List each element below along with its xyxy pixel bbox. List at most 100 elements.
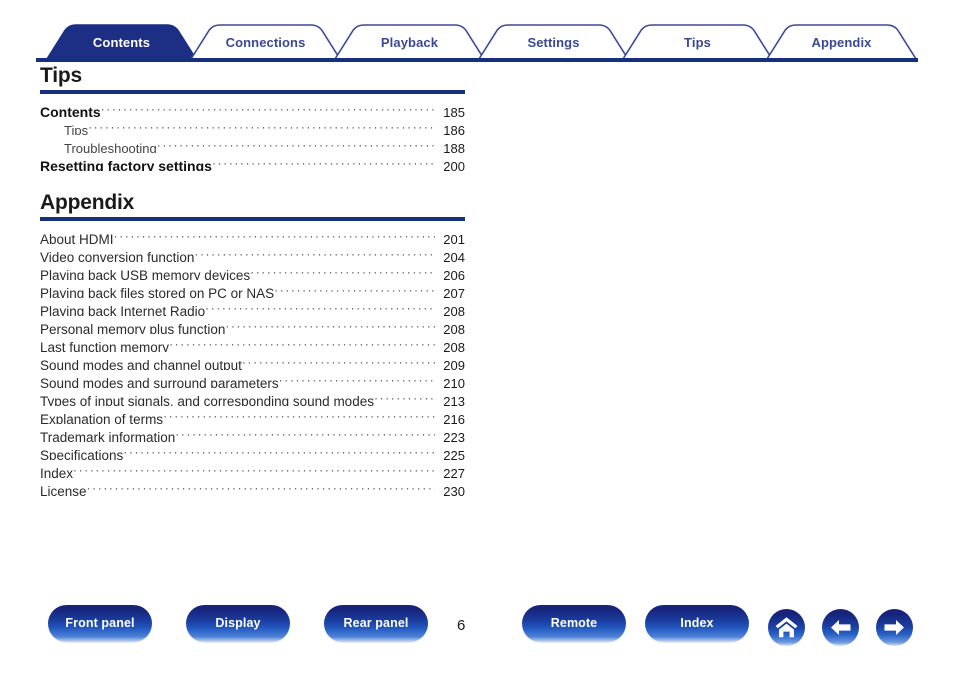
toc-page-number[interactable]: 185 [435,104,465,117]
toc-entry[interactable]: Playing back Internet Radio 208 [40,298,465,316]
toc-entry-title: Playing back Internet Radio [40,303,205,316]
toc-entry-title: Specifications [40,447,123,460]
toc-page-number[interactable]: 208 [435,321,465,334]
front-panel-button-label: Front panel [48,616,152,630]
toc-page-number[interactable]: 210 [435,375,465,388]
index-button[interactable]: Index [645,605,749,642]
toc-entry[interactable]: Types of input signals, and correspondin… [40,388,465,406]
toc-entry-title: Troubleshooting [64,140,157,153]
toc-entry[interactable]: Specifications 225 [40,442,465,460]
toc-leader [194,244,435,262]
toc-entry-title: Contents [40,103,101,117]
toc-leader [205,298,435,316]
toc-leader [279,370,435,388]
toc-entry-title: Resetting factory settings [40,157,212,171]
toc-entry-title: Sound modes and surround parameters [40,375,279,388]
toc-entry[interactable]: Resetting factory settings 200 [40,153,465,171]
section-title-appendix: Appendix [40,191,465,217]
toc-entry[interactable]: Troubleshooting 188 [40,135,465,153]
toc-page-number[interactable]: 213 [435,393,465,406]
toc-entry-title: License [40,483,87,496]
tab-shape-settings[interactable] [479,25,628,59]
toc-leader [274,280,435,298]
tab-shape-contents[interactable] [47,25,196,59]
toc-page-number[interactable]: 227 [435,465,465,478]
back-arrow-icon [822,609,859,646]
page-number: 6 [457,617,497,634]
toc-page-number[interactable]: 207 [435,285,465,298]
toc-page-number[interactable]: 209 [435,357,465,370]
toc-page-number[interactable]: 223 [435,429,465,442]
toc-entry-title: Explanation of terms [40,411,163,424]
toc-page-number[interactable]: 225 [435,447,465,460]
toc-entry-title: About HDMI [40,231,114,244]
toc-entry-title: Video conversion function [40,249,194,262]
toc-entry[interactable]: Personal memory plus function 208 [40,316,465,334]
remote-button-label: Remote [522,616,626,630]
toc-entry-title: Types of input signals, and correspondin… [40,393,374,406]
toc-entry[interactable]: License 230 [40,478,465,496]
footer-nav-bar: Front panel Display Rear panel 6 Remote … [0,605,954,653]
back-button[interactable] [822,609,859,646]
toc-page-number[interactable]: 216 [435,411,465,424]
toc-entry-title: Trademark information [40,429,175,442]
toc-entry-title: Last function memory [40,339,169,352]
forward-arrow-icon [876,609,913,646]
toc-entry[interactable]: Tips 186 [40,117,465,135]
toc-entry[interactable]: About HDMI 201 [40,226,465,244]
toc-entry[interactable]: Contents 185 [40,99,465,117]
toc-leader [157,135,435,153]
tab-shape-connections[interactable] [191,25,340,59]
toc-entry[interactable]: Last function memory 208 [40,334,465,352]
toc-leader [250,262,435,280]
toc-leader [114,226,435,244]
tab-shape-appendix[interactable] [767,25,916,59]
toc-leader [175,424,435,442]
display-button[interactable]: Display [186,605,290,642]
section-spacer [40,171,465,191]
tab-bar: Contents Connections Playback Settings T… [0,0,954,62]
toc-leader [242,352,435,370]
toc-page-number[interactable]: 206 [435,267,465,280]
home-button[interactable] [768,609,805,646]
toc-page-number[interactable]: 204 [435,249,465,262]
remote-button[interactable]: Remote [522,605,626,642]
toc-entry-title: Tips [64,122,88,135]
toc-entry[interactable]: Trademark information 223 [40,424,465,442]
display-button-label: Display [186,616,290,630]
toc-leader [101,99,435,117]
toc-entry-title: Personal memory plus function [40,321,225,334]
rear-panel-button-label: Rear panel [324,616,428,630]
toc-page-number[interactable]: 186 [435,122,465,135]
toc-leader [73,460,435,478]
toc-page-number[interactable]: 188 [435,140,465,153]
toc-entry-title: Sound modes and channel output [40,357,242,370]
toc-content: Tips Contents 185 Tips 186 Troubleshooti… [40,64,465,496]
toc-page-number[interactable]: 208 [435,339,465,352]
rear-panel-button[interactable]: Rear panel [324,605,428,642]
toc-leader [225,316,435,334]
toc-page-number[interactable]: 230 [435,483,465,496]
toc-leader [169,334,435,352]
toc-entry[interactable]: Sound modes and channel output 209 [40,352,465,370]
section-title-tips: Tips [40,64,465,90]
toc-page-number[interactable]: 201 [435,231,465,244]
toc-leader [212,153,435,171]
toc-entry[interactable]: Explanation of terms 216 [40,406,465,424]
tab-shape-playback[interactable] [335,25,484,59]
front-panel-button[interactable]: Front panel [48,605,152,642]
toc-leader [163,406,435,424]
toc-entry[interactable]: Playing back USB memory devices 206 [40,262,465,280]
index-button-label: Index [645,616,749,630]
toc-page-number[interactable]: 200 [435,158,465,171]
toc-leader [374,388,435,406]
toc-entry-title: Playing back files stored on PC or NAS [40,285,274,298]
toc-page-number[interactable]: 208 [435,303,465,316]
toc-entry[interactable]: Video conversion function 204 [40,244,465,262]
tab-shape-tips[interactable] [623,25,772,59]
toc-entry[interactable]: Playing back files stored on PC or NAS 2… [40,280,465,298]
toc-entry[interactable]: Index 227 [40,460,465,478]
toc-entry[interactable]: Sound modes and surround parameters 210 [40,370,465,388]
forward-button[interactable] [876,609,913,646]
toc-leader [123,442,435,460]
